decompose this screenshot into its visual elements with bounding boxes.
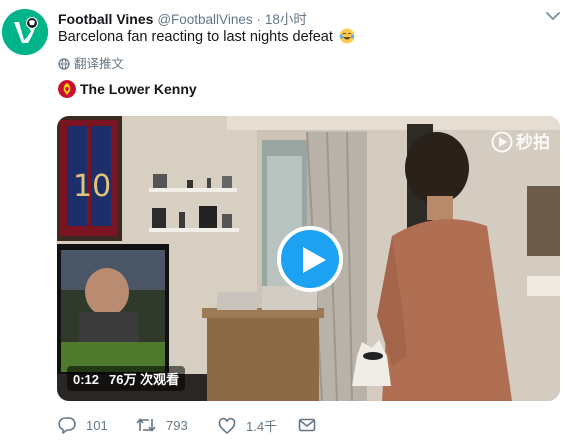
like-button[interactable]: 1.4千: [218, 416, 277, 435]
vine-logo-icon: [2, 9, 48, 55]
attribution-name: The Lower Kenny: [80, 81, 197, 97]
reply-count: 101: [86, 417, 108, 433]
like-count: 1.4千: [246, 419, 278, 434]
avatar[interactable]: [2, 9, 48, 55]
video-watermark: 秒拍: [491, 128, 550, 153]
video-view-count: 76万 次观看: [109, 372, 180, 387]
envelope-icon: [298, 418, 316, 432]
retweet-button[interactable]: 793: [136, 416, 188, 434]
separator-dot: ·: [256, 12, 261, 27]
more-menu-button[interactable]: [544, 9, 562, 23]
reply-icon: [58, 417, 76, 434]
heart-icon: [218, 417, 236, 434]
miaopai-logo-icon: [491, 131, 513, 153]
tears-of-joy-emoji-icon: [339, 28, 355, 44]
tweet-actions: 101 793 1.4千: [58, 416, 328, 436]
translate-label: 翻译推文: [74, 57, 125, 71]
svg-text:10: 10: [73, 169, 111, 204]
video-player[interactable]: 10 秒拍 0:12 76万 次观看: [57, 116, 560, 401]
play-button[interactable]: [277, 226, 343, 292]
liverpool-crest-icon: [58, 80, 76, 98]
translate-link[interactable]: 翻译推文: [58, 53, 124, 72]
tweet-timestamp[interactable]: 18小时: [265, 12, 307, 27]
tweet-text: Barcelona fan reacting to last nights de…: [58, 28, 355, 45]
author-name[interactable]: Football Vines: [58, 11, 153, 27]
tweet-header: Football Vines @FootballVines · 18小时: [58, 8, 307, 28]
play-icon: [303, 247, 326, 273]
globe-icon: [58, 58, 70, 70]
reply-button[interactable]: 101: [58, 416, 108, 434]
retweet-count: 793: [166, 417, 188, 433]
tweet-body: Barcelona fan reacting to last nights de…: [58, 29, 333, 45]
dm-button[interactable]: [298, 416, 326, 434]
chevron-down-icon: [546, 12, 560, 21]
video-meta: 0:12 76万 次观看: [67, 366, 186, 391]
author-handle[interactable]: @FootballVines: [157, 12, 252, 27]
video-duration: 0:12: [73, 372, 100, 387]
video-attribution[interactable]: The Lower Kenny: [58, 80, 197, 98]
watermark-text: 秒拍: [516, 133, 550, 152]
retweet-icon: [136, 418, 156, 432]
